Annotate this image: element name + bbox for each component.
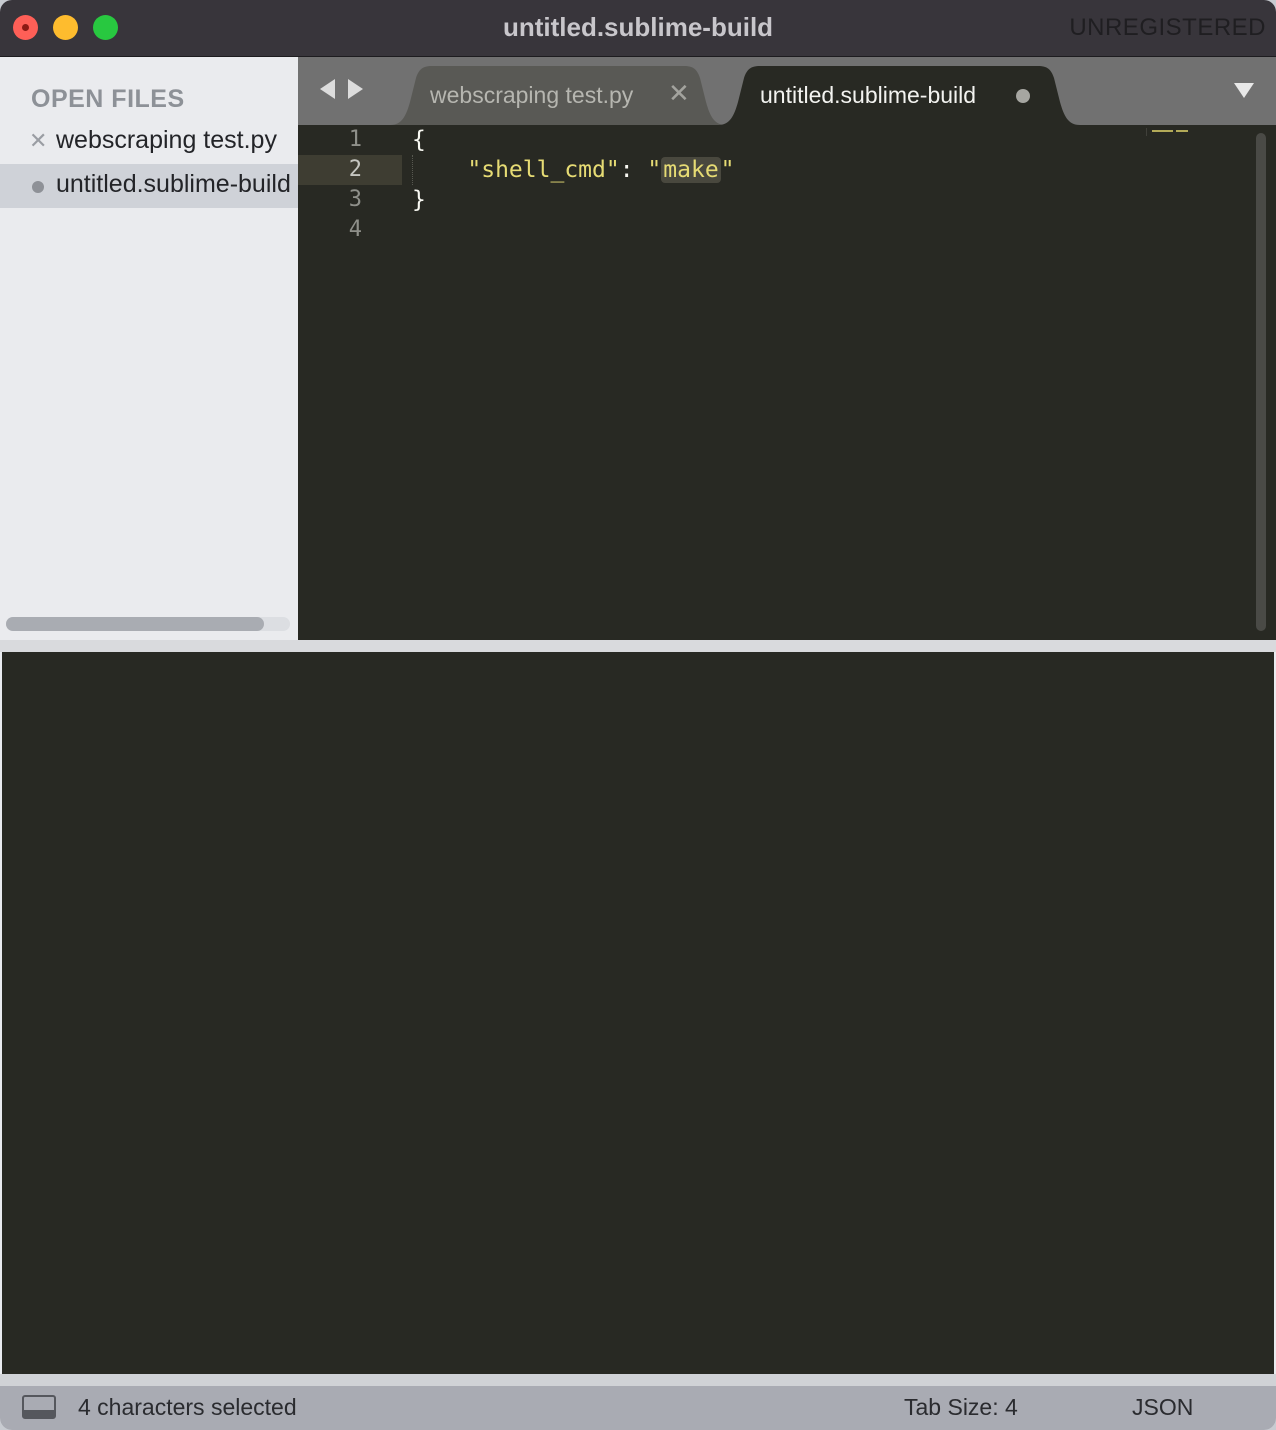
close-file-icon[interactable]: ✕ [29,128,47,154]
code-line-2[interactable]: "shell_cmd": "make" [412,155,735,185]
unsaved-dot-icon[interactable] [1016,89,1030,103]
tab-size-indicator[interactable]: Tab Size: 4 [904,1394,1018,1421]
json-quote: " [720,157,735,183]
code-line-3[interactable]: } [412,185,426,215]
json-key: "shell_cmd" [467,157,620,183]
json-colon: : [619,157,648,183]
previous-tab-icon[interactable] [320,79,335,99]
tab-webscraping-test[interactable]: webscraping test.py ✕ [390,66,726,125]
line-number: 1 [348,127,362,152]
tab-list-dropdown-icon[interactable] [1234,83,1254,98]
tab-label: untitled.sublime-build [760,82,977,108]
unregistered-label: UNREGISTERED [1069,14,1266,41]
next-tab-icon[interactable] [348,79,363,99]
unsaved-dot-icon[interactable] [32,181,44,193]
sidebar-scrollbar-thumb[interactable] [6,617,264,631]
open-files-heading: OPEN FILES [31,85,185,113]
code-editor[interactable]: 1 2 3 4 { "shell_cmd": "make" } [298,125,1276,640]
editor-scrollbar[interactable] [1256,133,1266,631]
sidebar-item-label: webscraping test.py [56,126,277,154]
tab-untitled-sublime-build[interactable]: untitled.sublime-build [718,66,1080,125]
tab-bar: webscraping test.py ✕ untitled.sublime-b… [298,57,1276,125]
line-number-active: 2 [298,155,402,185]
close-tab-icon[interactable]: ✕ [668,78,690,109]
sidebar-item-untitled-sublime-build[interactable]: untitled.sublime-build [0,164,298,208]
syntax-indicator[interactable]: JSON [1132,1394,1193,1421]
status-bar: 4 characters selected Tab Size: 4 JSON [0,1374,1276,1430]
tab-label: webscraping test.py [430,82,634,108]
sidebar: OPEN FILES ✕ webscraping test.py untitle… [0,57,298,640]
sublime-window: untitled.sublime-build UNREGISTERED OPEN… [0,0,1276,1430]
title-bar: untitled.sublime-build UNREGISTERED [0,0,1276,57]
toggle-panel-icon[interactable] [22,1395,56,1419]
line-number: 4 [348,217,362,242]
selected-text: make [661,157,721,183]
code-line-1[interactable]: { [412,125,426,155]
panel-divider[interactable] [0,640,1276,652]
json-quote: " [647,157,662,183]
sidebar-item-webscraping-test[interactable]: ✕ webscraping test.py [0,120,298,164]
line-number: 3 [348,187,362,212]
selection-status: 4 characters selected [78,1394,297,1420]
sidebar-item-label: untitled.sublime-build [56,170,291,198]
build-output-panel[interactable] [2,652,1274,1374]
minimap[interactable] [1146,127,1194,137]
